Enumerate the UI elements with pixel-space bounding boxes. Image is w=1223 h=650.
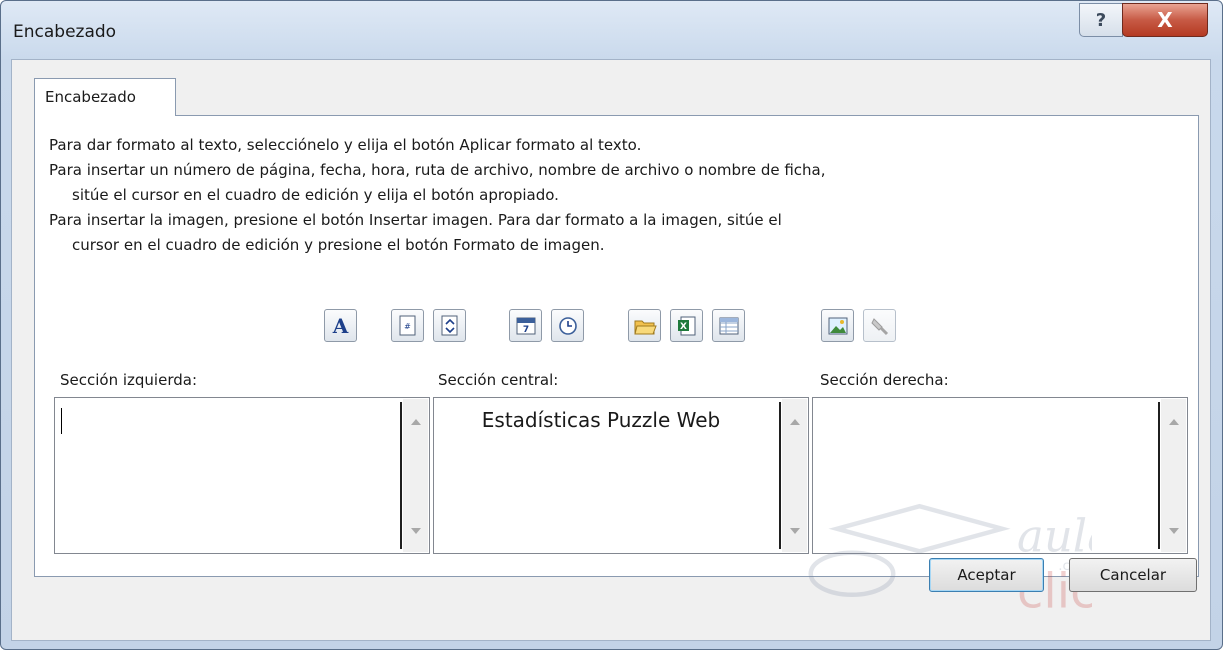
scroll-up-icon — [411, 419, 421, 425]
insert-sheet-name-button[interactable] — [712, 309, 745, 342]
number-of-pages-icon — [441, 315, 457, 335]
insert-number-of-pages-button[interactable] — [433, 309, 466, 342]
insert-date-button[interactable]: 7 — [509, 309, 542, 342]
instruction-line-5: cursor en el cuadro de edición y presion… — [72, 236, 605, 254]
help-icon: ? — [1095, 9, 1107, 31]
file-name-icon: X — [677, 316, 695, 335]
title-bar: Encabezado ? X — [1, 1, 1222, 59]
close-button[interactable]: X — [1122, 3, 1208, 37]
close-icon: X — [1157, 8, 1173, 32]
insert-picture-icon — [828, 317, 847, 334]
format-picture-button — [863, 309, 896, 342]
instruction-line-3: sitúe el cursor en el cuadro de edición … — [72, 186, 559, 204]
center-section-text: Estadísticas Puzzle Web — [481, 408, 721, 432]
insert-picture-button[interactable] — [821, 309, 854, 342]
format-text-button[interactable]: A — [324, 309, 357, 342]
right-section-border — [1158, 402, 1160, 549]
svg-text:7: 7 — [522, 325, 528, 335]
format-text-icon: A — [332, 313, 349, 338]
instruction-line-4: Para insertar la imagen, presione el bot… — [49, 211, 782, 229]
dialog-body: Encabezado Para dar formato al texto, se… — [11, 59, 1211, 641]
scroll-up-icon — [790, 419, 800, 425]
insert-file-name-button[interactable]: X — [670, 309, 703, 342]
svg-text:X: X — [680, 322, 687, 332]
ok-button[interactable]: Aceptar — [929, 558, 1044, 592]
instruction-line-1: Para dar formato al texto, selecciónelo … — [49, 136, 642, 154]
instruction-line-2: Para insertar un número de página, fecha… — [49, 161, 826, 179]
center-section-input[interactable]: Estadísticas Puzzle Web — [433, 397, 809, 554]
scroll-down-icon — [1169, 528, 1179, 534]
svg-text:#: # — [404, 322, 411, 331]
center-section-label: Sección central: — [438, 371, 559, 389]
insert-page-number-button[interactable]: # — [391, 309, 424, 342]
page-number-icon: # — [399, 315, 415, 335]
cancel-button[interactable]: Cancelar — [1069, 558, 1197, 592]
left-section-scrollbar[interactable] — [403, 399, 428, 552]
watermark-text-aula: aula — [1017, 509, 1092, 562]
insert-file-path-button[interactable] — [628, 309, 661, 342]
help-button[interactable]: ? — [1079, 3, 1123, 37]
scroll-down-icon — [411, 528, 421, 534]
right-section-scrollbar[interactable] — [1161, 399, 1186, 552]
format-picture-icon — [870, 317, 888, 335]
left-section-input[interactable] — [54, 397, 430, 554]
sheet-name-icon — [719, 317, 738, 334]
center-section-border — [779, 402, 781, 549]
right-section-label: Sección derecha: — [820, 371, 949, 389]
left-section-border — [400, 402, 402, 549]
date-icon: 7 — [516, 317, 535, 335]
left-section-label: Sección izquierda: — [60, 371, 197, 389]
insert-time-button[interactable] — [551, 309, 584, 342]
aulaclic-watermark-logo: aula .com clic — [808, 503, 1092, 620]
tab-label: Encabezado — [45, 88, 136, 106]
scroll-up-icon — [1169, 419, 1179, 425]
text-cursor — [61, 408, 62, 434]
dialog-window: Encabezado ? X Encabezado Para dar forma… — [0, 0, 1223, 650]
file-path-icon — [633, 320, 657, 334]
dialog-title: Encabezado — [13, 22, 117, 42]
tab-encabezado[interactable]: Encabezado — [34, 78, 176, 116]
time-icon — [558, 316, 577, 335]
